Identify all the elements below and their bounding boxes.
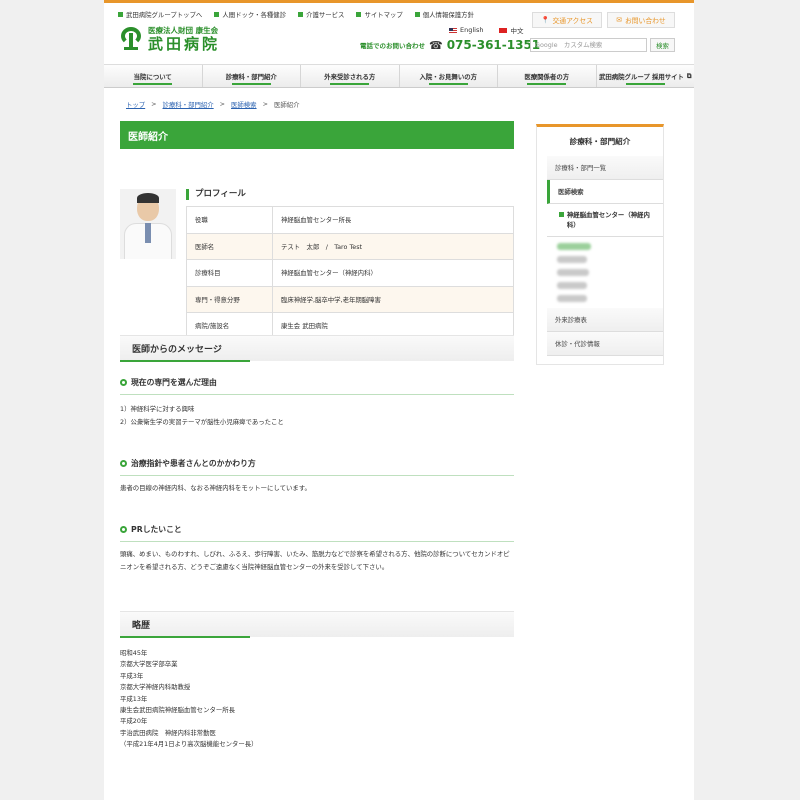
lang-english-link[interactable]: English: [449, 25, 483, 35]
blurred-doctor-link[interactable]: [557, 295, 587, 302]
square-bullet-icon: [118, 12, 123, 17]
top-link-privacy[interactable]: 個人情報保護方針: [414, 10, 474, 19]
profile-value: 神経脳血管センター所長: [272, 206, 514, 234]
breadcrumb-sep: >: [219, 100, 226, 108]
top-accent-bar: [104, 0, 694, 3]
breadcrumb-current: 医師紹介: [273, 101, 300, 109]
contact-button[interactable]: ✉ お問い合わせ: [607, 12, 675, 28]
sidebar-item-closure-info[interactable]: 休診・代診情報: [547, 332, 663, 356]
history-heading: 略歴: [120, 611, 514, 638]
sidebar: 診療科・部門紹介 診療科・部門一覧 医師検索 神経脳血管センター（神経内科） 外…: [536, 124, 664, 365]
reason-text: 1）神経科学に対する興味 2）公衆衛生学の実習テーマが脳性小児麻痺であったこと: [120, 405, 284, 426]
sidebar-title: 診療科・部門紹介: [536, 124, 664, 156]
phone-icon: ☎: [429, 38, 443, 52]
blurred-doctor-link[interactable]: [557, 282, 587, 289]
square-bullet-icon: [356, 12, 362, 17]
cn-flag-icon: [499, 27, 508, 33]
profile-value: テスト 太郎 / Taro Test: [272, 232, 514, 260]
external-link-icon: ⧉: [686, 71, 692, 80]
table-row: 専門・得意分野 臨床神経学,脳卒中学,老年期脳障害: [186, 285, 514, 313]
breadcrumb: トップ > 診療科・部門紹介 > 医師検索 > 医師紹介: [126, 100, 300, 109]
circle-bullet-icon: [120, 526, 127, 533]
location-pin-icon: 📍: [541, 16, 550, 24]
doctor-photo: [120, 189, 176, 259]
hospital-logo-icon: [120, 26, 142, 51]
page: 武田病院グループトップへ 人間ドック・各種健診 介護サービス サイトマップ 個人…: [104, 0, 694, 800]
nav-inpatient[interactable]: 入院・お見舞いの方: [400, 65, 498, 87]
nav-medical-professionals[interactable]: 医療関係者の方: [498, 65, 597, 87]
pr-heading: PRしたいこと: [120, 524, 514, 542]
sidebar-item-doctor-search[interactable]: 医師検索: [547, 180, 663, 204]
top-links: 武田病院グループトップへ 人間ドック・各種健診 介護サービス サイトマップ 個人…: [118, 10, 474, 19]
blurred-doctor-link[interactable]: [557, 256, 587, 263]
square-bullet-icon: [298, 12, 304, 17]
pr-text: 頭痛、めまい、ものわすれ、しびれ、ふるえ、歩行障害、いたみ、筋脱力などで診察を希…: [120, 550, 510, 571]
reason-heading: 現在の専門を選んだ理由: [120, 377, 514, 395]
profile-value: 神経脳血管センター（神経内科）: [272, 259, 514, 287]
table-row: 診療科目 神経脳血管センター（神経内科）: [186, 259, 514, 287]
profile-label: 診療科目: [186, 259, 273, 287]
breadcrumb-top[interactable]: トップ: [126, 100, 145, 109]
profile-label: 役職: [186, 206, 273, 234]
sidebar-item-department-list[interactable]: 診療科・部門一覧: [547, 156, 663, 180]
site-logo[interactable]: 医療法人財団 康生会 武田病院: [120, 25, 220, 52]
table-row: 医師名 テスト 太郎 / Taro Test: [186, 232, 514, 260]
profile-label: 医師名: [186, 232, 273, 260]
language-switcher: English 中文: [449, 25, 523, 35]
profile-label: 専門・得意分野: [186, 285, 273, 313]
top-link-sitemap[interactable]: サイトマップ: [356, 10, 403, 19]
logo-title: 武田病院: [148, 35, 221, 53]
profile-section: プロフィール 役職 神経脳血管センター所長 医師名 テスト 太郎 / Taro Te…: [120, 149, 514, 340]
blurred-doctor-link[interactable]: [557, 269, 589, 276]
square-bullet-icon: [214, 12, 220, 17]
lang-chinese-link[interactable]: 中文: [499, 25, 523, 35]
breadcrumb-doctor-search[interactable]: 医師検索: [231, 100, 257, 109]
circle-bullet-icon: [120, 460, 127, 467]
nav-recruit[interactable]: 武田病院グループ 採用サイト ⧉: [597, 65, 695, 87]
breadcrumb-sep: >: [262, 100, 268, 108]
search-input[interactable]: Google カスタム検索: [530, 38, 647, 52]
top-link-dock[interactable]: 人間ドック・各種健診: [214, 10, 286, 19]
phone-number[interactable]: 075-361-1351: [447, 38, 540, 52]
square-bullet-icon: [559, 212, 564, 217]
phone-contact: 電話でのお問い合わせ ☎ 075-361-1351: [360, 38, 540, 52]
access-button[interactable]: 📍 交通アクセス: [532, 12, 602, 28]
message-heading: 医師からのメッセージ: [120, 335, 514, 362]
sidebar-item-outpatient-schedule[interactable]: 外来診療表: [547, 308, 663, 332]
profile-value: 臨床神経学,脳卒中学,老年期脳障害: [272, 285, 514, 313]
top-link-group[interactable]: 武田病院グループトップへ: [118, 10, 202, 19]
table-row: 役職 神経脳血管センター所長: [186, 206, 514, 234]
nav-departments[interactable]: 診療科・部門紹介: [203, 65, 301, 87]
mail-icon: ✉: [616, 16, 622, 24]
search-button[interactable]: 検索: [650, 38, 675, 52]
policy-text: 患者の目線の神経内科、なおる神経内科をモットーにしています。: [120, 484, 311, 492]
global-nav: 当院について 診療科・部門紹介 外来受診される方 入院・お見舞いの方 医療関係者…: [104, 64, 694, 88]
nav-about[interactable]: 当院について: [104, 65, 203, 87]
blurred-doctor-link[interactable]: [557, 243, 591, 250]
policy-heading: 治療指針や患者さんとのかかわり方: [120, 458, 514, 476]
phone-label: 電話でのお問い合わせ: [360, 42, 425, 50]
history-list: 昭和45年 京都大学医学部卒業 平成3年 京都大学神経内科助教授 平成13年 康…: [120, 649, 258, 749]
sidebar-subitem-neuro-center[interactable]: 神経脳血管センター（神経内科）: [547, 204, 663, 237]
nav-outpatient[interactable]: 外来受診される方: [301, 65, 400, 87]
profile-table: 役職 神経脳血管センター所長 医師名 テスト 太郎 / Taro Test 診療科目…: [186, 206, 514, 340]
square-bullet-icon: [414, 12, 420, 17]
page-title: 医師紹介: [120, 121, 514, 149]
top-link-care[interactable]: 介護サービス: [298, 10, 344, 19]
circle-bullet-icon: [120, 379, 127, 386]
main-content: 医師紹介 プロフィール 役職 神経脳血管センター所長 医師名 テスト 太郎 / Ta…: [120, 121, 514, 748]
us-flag-icon: [449, 27, 457, 33]
profile-heading: プロフィール: [186, 189, 246, 200]
breadcrumb-sep: >: [151, 100, 157, 108]
breadcrumb-departments[interactable]: 診療科・部門紹介: [163, 100, 214, 109]
